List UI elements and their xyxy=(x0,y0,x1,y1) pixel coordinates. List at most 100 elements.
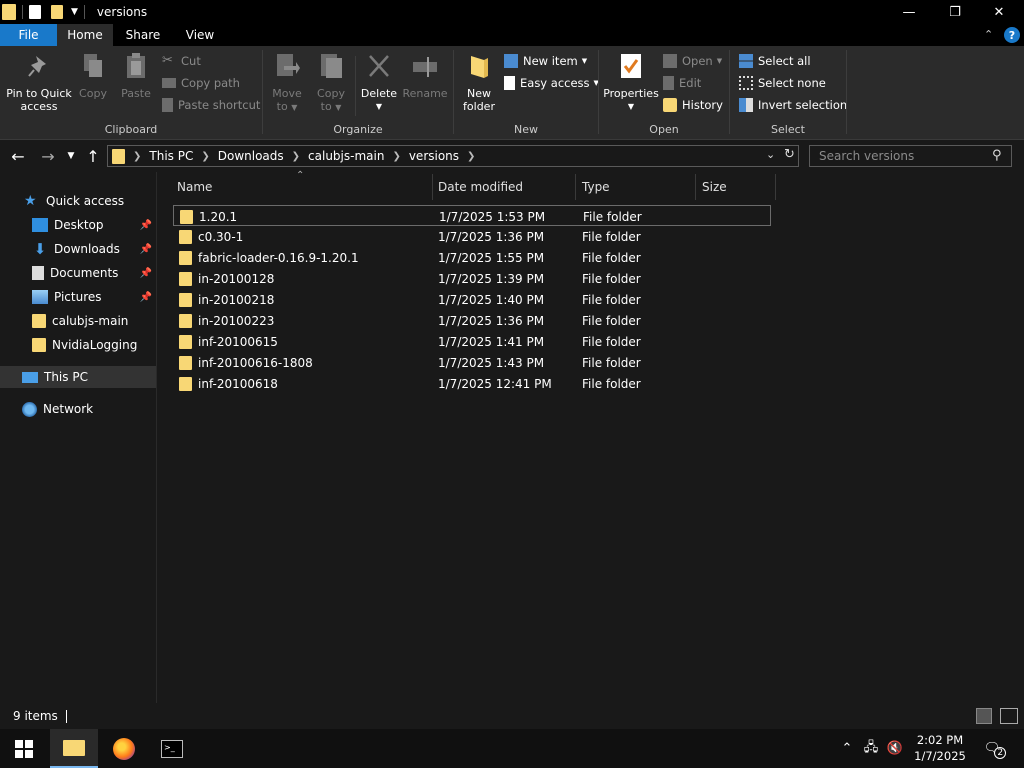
file-date-modified: 1/7/2025 12:41 PM xyxy=(438,376,552,391)
breadcrumb-this-pc[interactable]: This PC xyxy=(149,149,193,163)
search-icon[interactable]: ⚲ xyxy=(992,148,1002,163)
address-bar[interactable]: ❯ This PC ❯ Downloads ❯ calubjs-main ❯ v… xyxy=(107,145,799,167)
chevron-right-icon[interactable]: ❯ xyxy=(467,151,475,162)
notification-center-icon[interactable]: 🗨 2 xyxy=(980,729,1010,768)
invert-selection-button[interactable]: Invert selection xyxy=(739,96,847,114)
nav-item-downloads[interactable]: ⬇ Downloads 📌 xyxy=(0,238,156,260)
file-name: inf-20100618 xyxy=(198,376,278,391)
breadcrumb-versions[interactable]: versions xyxy=(409,149,459,163)
nav-quick-access[interactable]: ★ Quick access xyxy=(0,190,156,212)
maximize-button[interactable]: ❐ xyxy=(932,0,978,24)
select-none-button[interactable]: Select none xyxy=(739,74,826,92)
volume-muted-icon[interactable]: 🔇 xyxy=(884,729,906,768)
refresh-icon[interactable]: ↻ xyxy=(784,147,795,162)
breadcrumb-calubjs-main[interactable]: calubjs-main xyxy=(308,149,384,163)
windows-start-icon[interactable] xyxy=(0,729,48,768)
nav-item-documents[interactable]: Documents 📌 xyxy=(0,262,156,284)
copy-button[interactable]: Copy xyxy=(75,52,111,100)
column-header-name[interactable]: Name xyxy=(171,174,433,200)
open-group: Properties ▼ Open ▼ Edit History Open xyxy=(599,46,729,140)
file-name-cell: inf-20100616-1808 xyxy=(179,352,313,373)
recent-locations-chevron-icon[interactable]: ▼ xyxy=(64,146,78,166)
paste-label: Paste xyxy=(121,87,151,100)
tab-view[interactable]: View xyxy=(173,24,227,46)
chevron-up-icon[interactable]: ⌃ xyxy=(984,28,993,41)
cut-button[interactable]: ✂ Cut xyxy=(162,52,201,70)
help-icon[interactable]: ? xyxy=(1004,27,1020,43)
breadcrumb-downloads[interactable]: Downloads xyxy=(218,149,284,163)
file-type: File folder xyxy=(582,292,641,307)
pin-to-quick-access-button[interactable]: Pin to Quick access xyxy=(4,52,74,113)
file-explorer-taskbar-icon[interactable] xyxy=(50,729,98,768)
search-input[interactable] xyxy=(810,146,990,166)
easy-access-button[interactable]: Easy access ▼ xyxy=(504,74,599,92)
column-header-size[interactable]: Size xyxy=(696,174,776,200)
chevron-right-icon[interactable]: ❯ xyxy=(292,151,300,162)
firefox-icon xyxy=(113,737,135,760)
tab-share[interactable]: Share xyxy=(113,24,173,46)
column-header-date-modified[interactable]: Date modified xyxy=(432,174,576,200)
table-row[interactable]: 1.20.1 1/7/2025 1:53 PM File folder xyxy=(173,205,771,226)
table-row[interactable]: inf-20100615 1/7/2025 1:41 PM File folder xyxy=(173,331,771,352)
edit-button[interactable]: Edit xyxy=(663,74,701,92)
firefox-taskbar-icon[interactable] xyxy=(100,729,148,768)
chevron-right-icon[interactable]: ❯ xyxy=(133,151,141,162)
paste-shortcut-button[interactable]: Paste shortcut xyxy=(162,96,260,114)
file-name: in-20100218 xyxy=(198,292,275,307)
forward-arrow-icon[interactable]: → xyxy=(38,146,58,166)
table-row[interactable]: in-20100223 1/7/2025 1:36 PM File folder xyxy=(173,310,771,331)
delete-button[interactable]: Delete ▼ xyxy=(359,52,399,113)
close-button[interactable]: ✕ xyxy=(976,0,1022,24)
tab-file[interactable]: File xyxy=(0,24,57,46)
copy-to-button[interactable]: Copy to ▼ xyxy=(311,52,351,114)
show-hidden-icons-chevron-icon[interactable]: ⌃ xyxy=(836,729,858,768)
new-item-button[interactable]: New item ▼ xyxy=(504,52,587,70)
copy-path-button[interactable]: Copy path xyxy=(162,74,240,92)
nav-this-pc[interactable]: This PC xyxy=(0,366,156,388)
new-folder-button[interactable]: New folder xyxy=(458,52,500,113)
pin-label-line1: Pin to Quick xyxy=(6,87,72,100)
new-item-icon xyxy=(504,54,518,68)
properties-button[interactable]: Properties ▼ xyxy=(603,52,659,113)
table-row[interactable]: in-20100128 1/7/2025 1:39 PM File folder xyxy=(173,268,771,289)
details-view-button[interactable] xyxy=(976,708,992,724)
folder-icon xyxy=(179,229,192,244)
history-button[interactable]: History xyxy=(663,96,723,114)
column-header-type[interactable]: Type xyxy=(576,174,696,200)
terminal-taskbar-icon[interactable]: >_ xyxy=(148,729,196,768)
minimize-button[interactable]: — xyxy=(886,0,932,24)
table-row[interactable]: inf-20100616-1808 1/7/2025 1:43 PM File fo… xyxy=(173,352,771,373)
system-clock[interactable]: 2:02 PM 1/7/2025 xyxy=(906,732,974,764)
nav-item-pictures[interactable]: Pictures 📌 xyxy=(0,286,156,308)
nav-item-calubjs-main[interactable]: calubjs-main xyxy=(0,310,156,332)
open-button[interactable]: Open ▼ xyxy=(663,52,722,70)
new-group: New folder New item ▼ Easy access ▼ New xyxy=(454,46,599,140)
table-row[interactable]: fabric-loader-0.16.9-1.20.1 1/7/2025 1:55… xyxy=(173,247,771,268)
nav-item-desktop[interactable]: Desktop 📌 xyxy=(0,214,156,236)
network-status-icon[interactable]: 🖧 xyxy=(860,729,882,768)
new-folder-quick-icon[interactable] xyxy=(51,5,63,19)
table-row[interactable]: c0.30-1 1/7/2025 1:36 PM File folder xyxy=(173,226,771,247)
search-box[interactable]: ⚲ xyxy=(809,145,1012,167)
move-to-button[interactable]: Move to ▼ xyxy=(267,52,307,114)
table-row[interactable]: inf-20100618 1/7/2025 12:41 PM File folder xyxy=(173,373,771,394)
back-arrow-icon[interactable]: ← xyxy=(8,146,28,166)
folder-icon xyxy=(179,313,192,328)
customize-quick-access-dropdown[interactable]: ▼ xyxy=(71,7,78,17)
paste-button[interactable]: Paste xyxy=(116,52,156,100)
organize-separator xyxy=(355,56,356,116)
rename-button[interactable]: Rename xyxy=(402,52,448,100)
nav-network[interactable]: Network xyxy=(0,398,156,420)
chevron-right-icon[interactable]: ❯ xyxy=(392,151,400,162)
chevron-right-icon[interactable]: ❯ xyxy=(201,151,209,162)
large-icons-view-button[interactable] xyxy=(1000,708,1018,724)
file-date-modified: 1/7/2025 1:36 PM xyxy=(438,313,545,328)
select-all-button[interactable]: Select all xyxy=(739,52,811,70)
address-history-chevron-icon[interactable]: ⌄ xyxy=(766,148,775,161)
file-type: File folder xyxy=(582,334,641,349)
tab-home[interactable]: Home xyxy=(57,24,113,46)
table-row[interactable]: in-20100218 1/7/2025 1:40 PM File folder xyxy=(173,289,771,310)
nav-item-nvidialogging[interactable]: NvidiaLogging xyxy=(0,334,156,356)
properties-quick-icon[interactable] xyxy=(29,5,41,19)
up-arrow-icon[interactable]: ↑ xyxy=(84,146,102,166)
